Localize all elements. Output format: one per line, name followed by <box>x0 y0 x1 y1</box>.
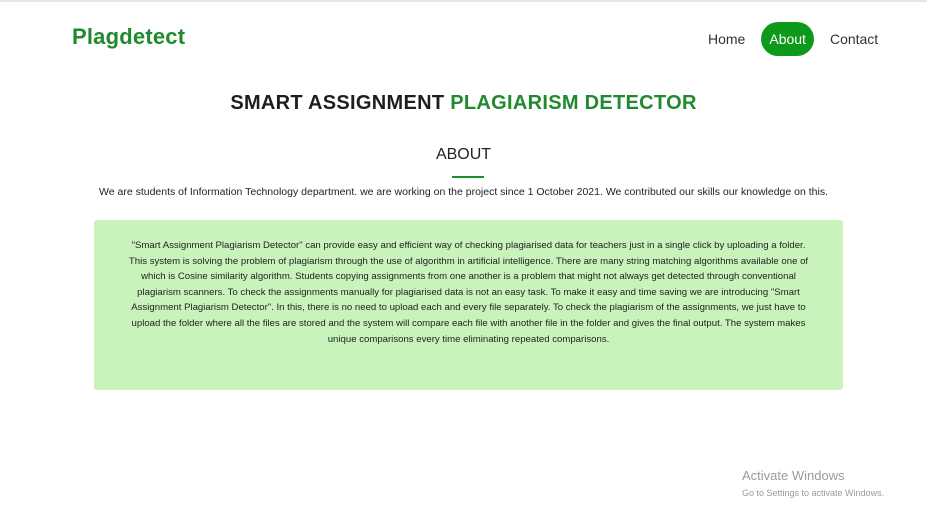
nav-about-link[interactable]: About <box>761 22 814 56</box>
about-description-text: "Smart Assignment Plagiarism Detector" c… <box>128 240 809 345</box>
hero-title: SMART ASSIGNMENT PLAGIARISM DETECTOR <box>0 92 927 115</box>
about-description-box: "Smart Assignment Plagiarism Detector" c… <box>94 220 843 390</box>
brand-logo[interactable]: Plagdetect <box>72 24 185 50</box>
about-intro: We are students of Information Technolog… <box>99 186 828 198</box>
nav-home-link[interactable]: Home <box>700 22 753 56</box>
main-nav: Home About Contact <box>700 22 886 56</box>
watermark-title: Activate Windows <box>742 468 845 483</box>
hero-title-main: SMART ASSIGNMENT <box>230 92 451 114</box>
watermark-subtitle: Go to Settings to activate Windows. <box>742 488 885 498</box>
about-heading: ABOUT <box>435 146 492 163</box>
windows-activation-watermark: Activate Windows Go to Settings to activ… <box>742 468 884 500</box>
about-heading-underline <box>452 176 484 178</box>
top-border <box>0 0 927 2</box>
hero-title-accent: PLAGIARISM DETECTOR <box>450 92 697 114</box>
nav-contact-link[interactable]: Contact <box>822 22 886 56</box>
